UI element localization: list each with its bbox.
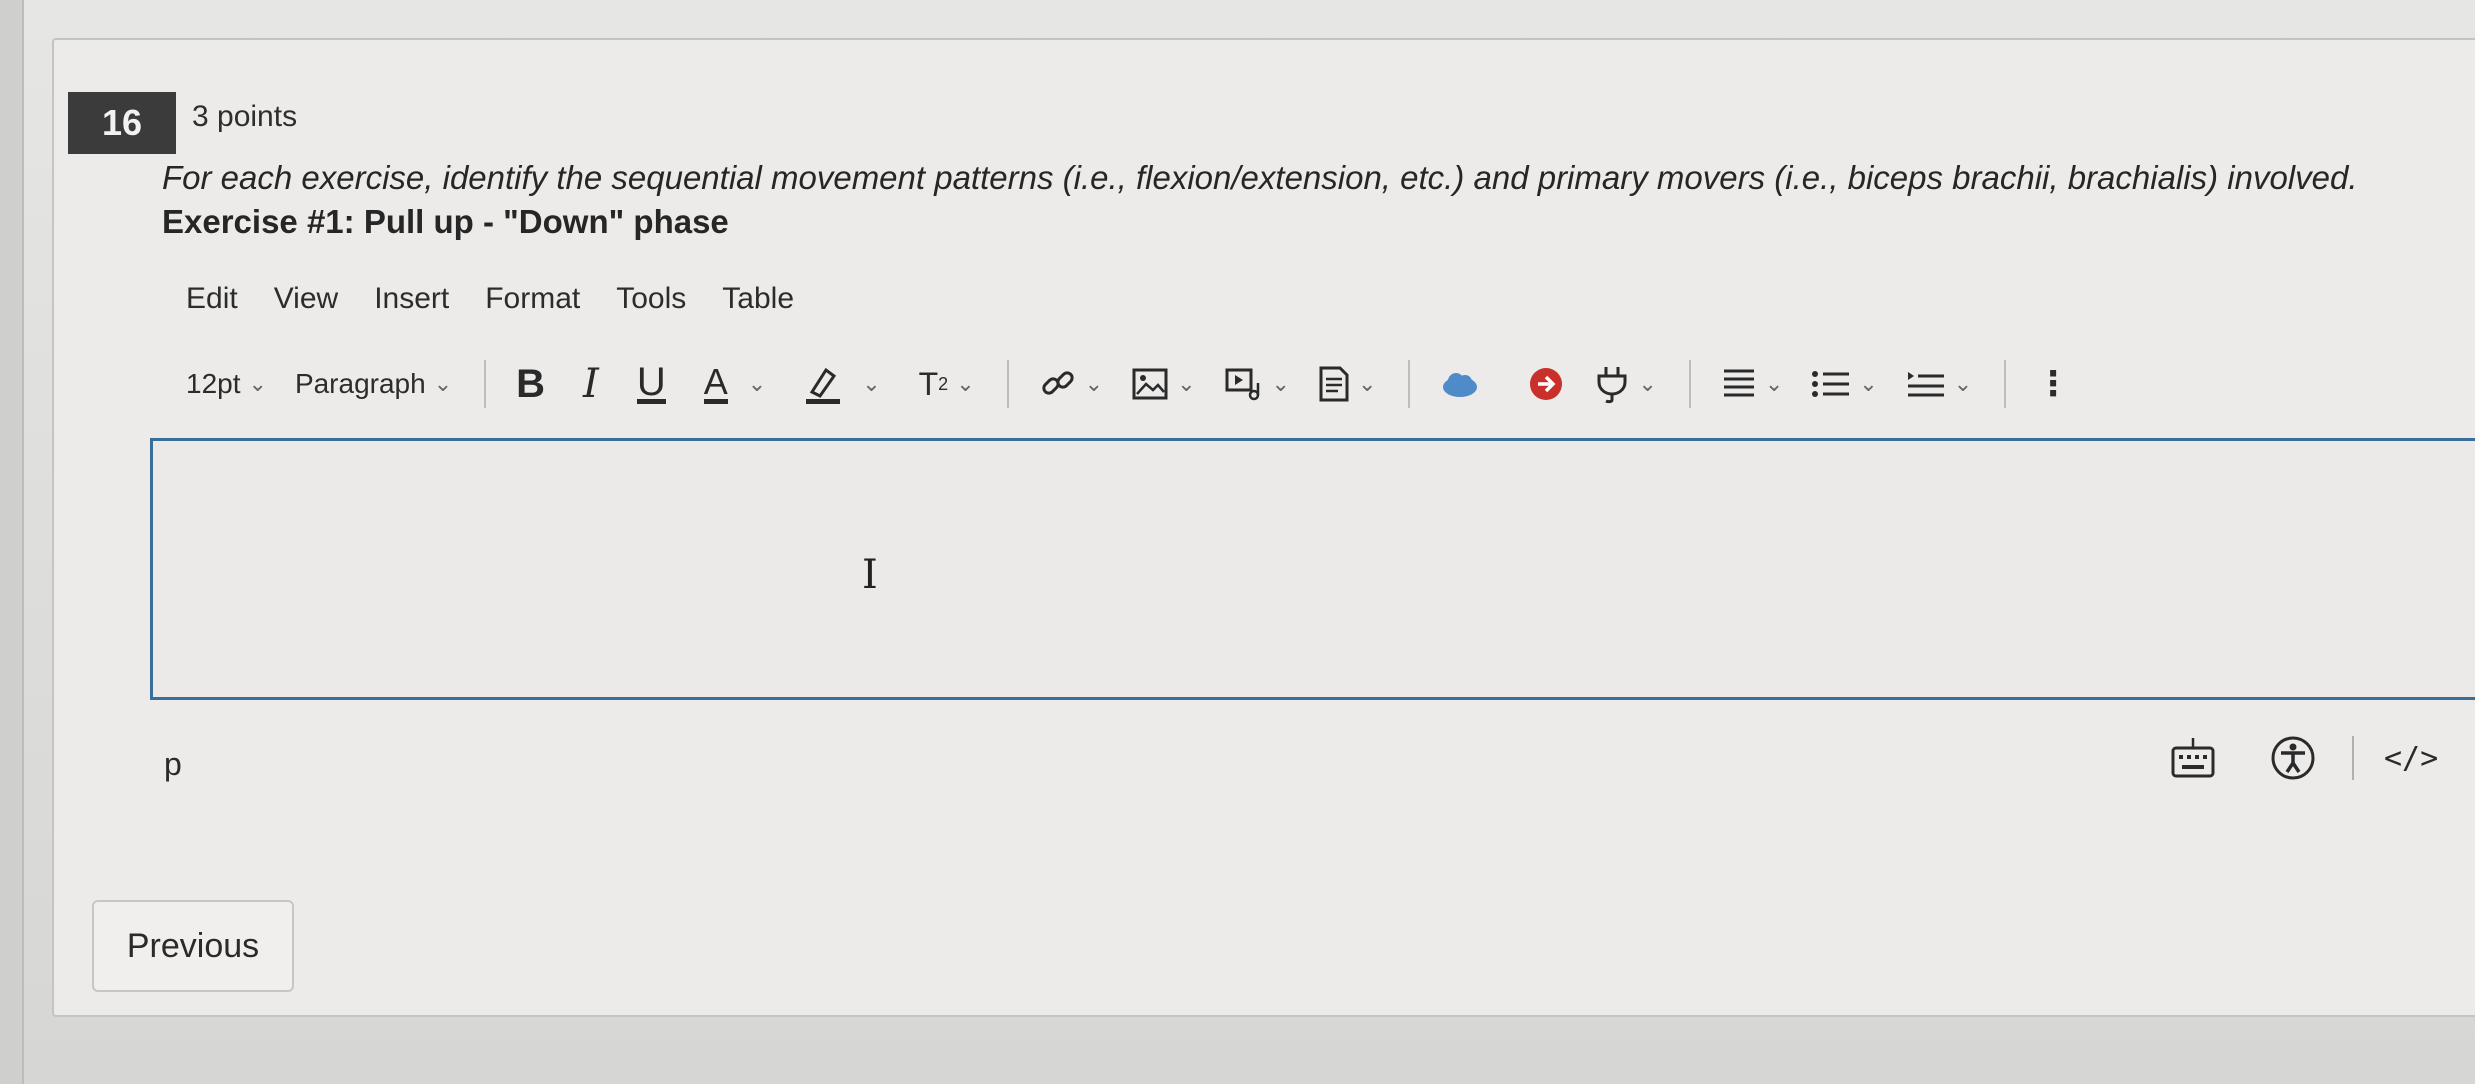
highlight-color-button[interactable]: ⌄ [804, 364, 881, 404]
chevron-down-icon: ⌄ [1764, 371, 1784, 396]
chevron-down-icon: ⌄ [1953, 371, 1973, 396]
toolbar-divider [484, 360, 487, 408]
editor-menubar: Edit View Insert Format Tools Table [186, 282, 794, 316]
text-cursor-icon: I [862, 552, 878, 598]
link-icon [1042, 371, 1074, 395]
external-tool-button[interactable] [1528, 366, 1564, 402]
plug-icon [1597, 367, 1627, 404]
list-icon [1812, 371, 1850, 397]
image-button[interactable]: ⌄ [1131, 367, 1196, 401]
menu-tools[interactable]: Tools [616, 282, 686, 316]
chevron-down-icon: ⌄ [956, 371, 975, 396]
document-icon [1319, 366, 1349, 402]
exercise-title: Exercise #1: Pull up - "Down" phase [162, 203, 729, 240]
chevron-down-icon: ⌄ [433, 371, 453, 396]
block-format-select[interactable]: Paragraph ⌄ [295, 368, 452, 400]
media-button[interactable]: ⌄ [1224, 367, 1290, 401]
question-prompt: For each exercise, identify the sequenti… [162, 159, 2358, 196]
keyboard-icon [2171, 738, 2215, 778]
toolbar-divider [1408, 360, 1411, 408]
cloud-icon [1443, 373, 1478, 397]
left-edge [0, 0, 24, 1084]
image-icon [1132, 368, 1168, 400]
menu-table[interactable]: Table [722, 282, 794, 316]
toolbar-divider [1688, 360, 1691, 408]
block-format-value: Paragraph [294, 368, 426, 399]
menu-view[interactable]: View [274, 282, 338, 316]
toolbar-divider [2004, 360, 2007, 408]
menu-edit[interactable]: Edit [186, 282, 238, 316]
font-size-value: 12pt [186, 368, 241, 399]
italic-button[interactable]: I [583, 361, 599, 407]
toolbar-divider [1006, 360, 1009, 408]
highlighter-icon [806, 367, 841, 404]
bold-button[interactable]: B [516, 362, 545, 407]
indent-icon [1907, 372, 1944, 397]
superscript-icon: T [918, 365, 939, 402]
link-button[interactable]: ⌄ [1039, 365, 1103, 403]
editor-toolbar: 12pt ⌄ Paragraph ⌄ B I U A ⌄ ⌄ T 2 ⌄ ⌄ ⌄… [186, 356, 2456, 412]
underline-icon: U [636, 359, 666, 404]
accessibility-checker-button[interactable] [2270, 735, 2316, 781]
chevron-down-icon: ⌄ [1859, 371, 1878, 396]
chevron-down-icon: ⌄ [1084, 371, 1104, 396]
keyboard-shortcuts-button[interactable] [2170, 736, 2216, 780]
media-icon [1225, 368, 1259, 401]
chevron-down-icon: ⌄ [862, 371, 881, 396]
editor-status-tools: </> [2170, 730, 2438, 786]
apps-button[interactable]: ⌄ [1594, 364, 1657, 404]
question-number: 16 [68, 92, 176, 154]
italic-icon: I [583, 361, 599, 407]
bold-icon: B [516, 361, 546, 406]
chevron-down-icon: ⌄ [747, 371, 767, 396]
element-path[interactable]: p [164, 746, 182, 783]
underline-button[interactable]: U [636, 359, 666, 404]
superscript-button[interactable]: T 2 ⌄ [919, 366, 975, 403]
rich-text-editor[interactable] [150, 438, 2475, 700]
previous-button[interactable]: Previous [92, 900, 294, 992]
html-editor-toggle[interactable]: </> [2384, 741, 2438, 776]
status-divider [2352, 736, 2354, 780]
document-button[interactable]: ⌄ [1318, 365, 1376, 403]
chevron-down-icon: ⌄ [1177, 371, 1196, 396]
chevron-down-icon: ⌄ [1271, 371, 1290, 396]
chevron-down-icon: ⌄ [248, 371, 267, 396]
menu-insert[interactable]: Insert [374, 282, 449, 316]
superscript-exponent: 2 [938, 373, 949, 394]
accessibility-icon [2271, 736, 2315, 780]
text-color-icon: A [703, 360, 728, 404]
font-size-select[interactable]: 12pt ⌄ [186, 368, 267, 400]
arrow-right-circle-icon [1530, 368, 1563, 400]
indent-button[interactable]: ⌄ [1906, 368, 1972, 400]
chevron-down-icon: ⌄ [1357, 371, 1377, 396]
align-button[interactable]: ⌄ [1721, 367, 1783, 401]
menu-format[interactable]: Format [485, 282, 580, 316]
list-button[interactable]: ⌄ [1811, 369, 1878, 399]
question-points: 3 points [192, 100, 298, 133]
more-options-button[interactable]: ⋮ [2036, 364, 2070, 404]
cloud-button[interactable] [1440, 370, 1480, 398]
question-text: For each exercise, identify the sequenti… [162, 156, 2442, 244]
more-vertical-icon: ⋮ [2036, 365, 2071, 403]
align-icon [1723, 369, 1754, 397]
chevron-down-icon: ⌄ [1638, 371, 1657, 396]
text-color-button[interactable]: A ⌄ [703, 360, 767, 404]
